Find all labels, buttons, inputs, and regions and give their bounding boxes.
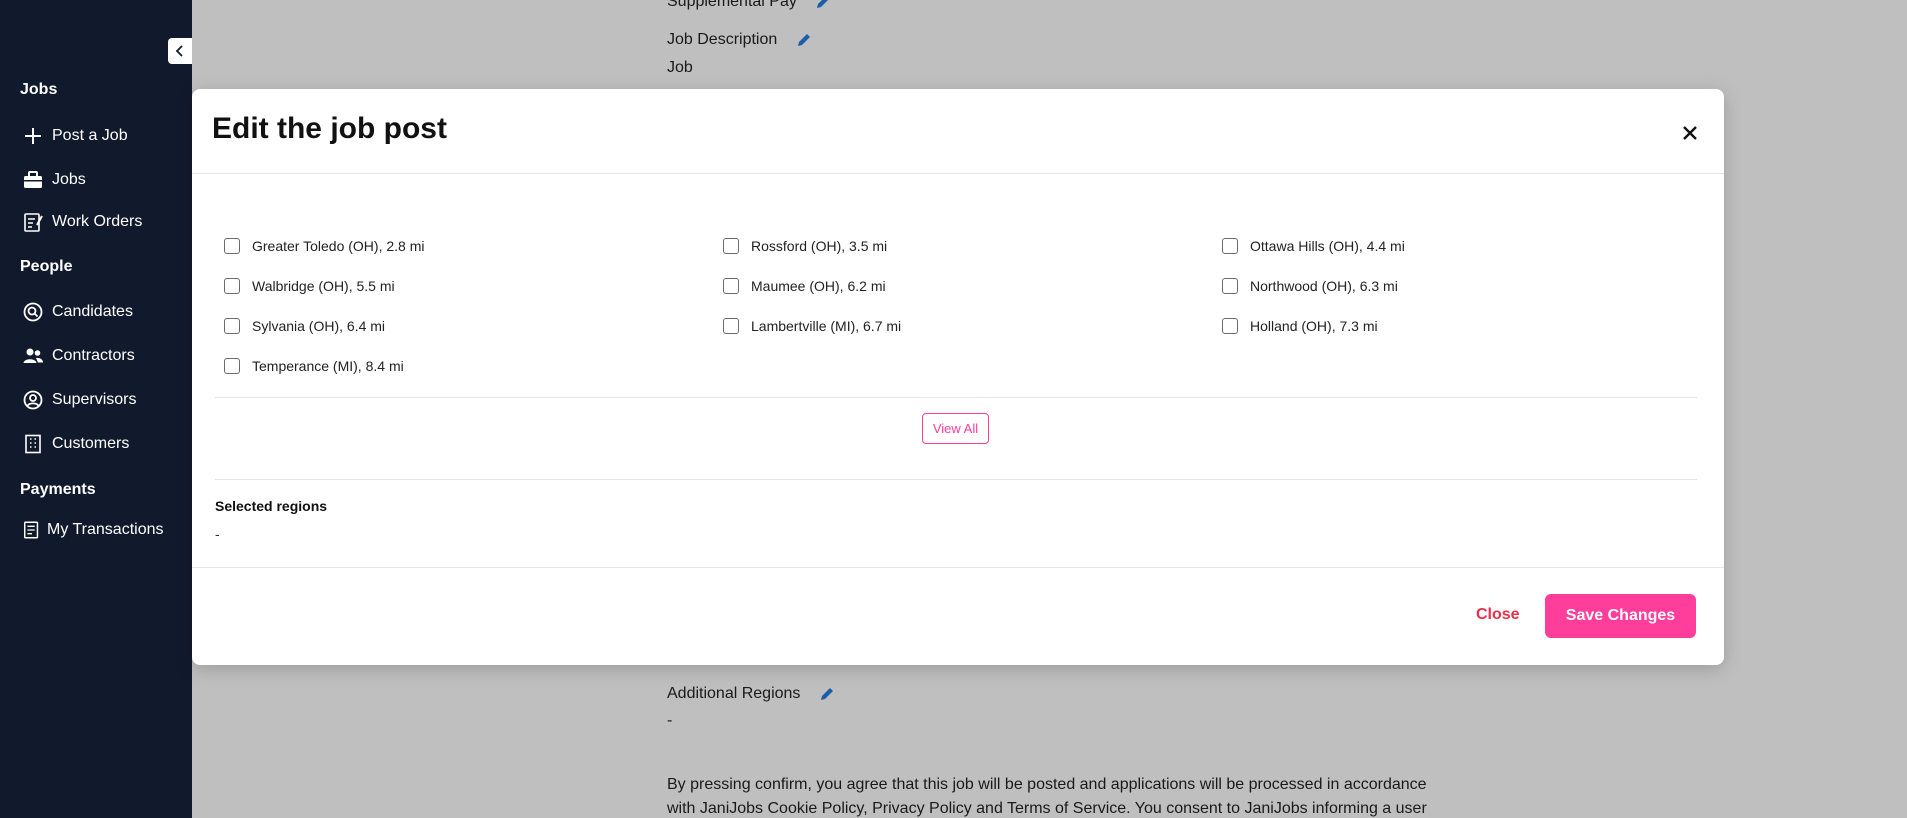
sidebar-item-work-orders[interactable]: Work Orders xyxy=(22,211,142,233)
sidebar-item-label: Post a Job xyxy=(52,127,128,144)
region-label: Northwood (OH), 6.3 mi xyxy=(1250,278,1398,294)
sidebar-item-label: Contractors xyxy=(52,347,135,364)
pencil-icon[interactable] xyxy=(815,0,831,10)
region-checkbox[interactable] xyxy=(723,278,739,294)
region-checkbox[interactable] xyxy=(224,278,240,294)
region-option[interactable]: Temperance (MI), 8.4 mi xyxy=(224,354,723,378)
sidebar-item-label: Candidates xyxy=(52,303,133,320)
region-option[interactable]: Walbridge (OH), 5.5 mi xyxy=(224,274,723,298)
sidebar-item-label: Work Orders xyxy=(52,213,143,230)
region-checkbox[interactable] xyxy=(1222,238,1238,254)
region-option[interactable]: Northwood (OH), 6.3 mi xyxy=(1222,274,1702,298)
sidebar-item-contractors[interactable]: Contractors xyxy=(22,345,135,367)
region-label: Lambertville (MI), 6.7 mi xyxy=(751,318,902,334)
region-label: Rossford (OH), 3.5 mi xyxy=(751,238,888,254)
region-option[interactable]: Lambertville (MI), 6.7 mi xyxy=(723,314,1222,338)
nav-section-payments: Payments xyxy=(20,481,96,498)
sidebar-item-label: Customers xyxy=(52,435,130,452)
close-icon[interactable] xyxy=(1680,123,1700,143)
region-checkbox[interactable] xyxy=(224,318,240,334)
close-button[interactable]: Close xyxy=(1476,606,1520,624)
region-label: Maumee (OH), 6.2 mi xyxy=(751,278,886,294)
collapse-sidebar-button[interactable] xyxy=(168,38,192,64)
people-icon xyxy=(23,348,43,363)
consent-text-line-1: By pressing confirm, you agree that this… xyxy=(667,776,1427,793)
supplemental-pay-label: Supplemental Pay xyxy=(667,0,831,11)
view-all-button[interactable]: View All xyxy=(922,413,989,444)
sidebar-item-supervisors[interactable]: Supervisors xyxy=(22,389,136,411)
search-person-icon xyxy=(23,302,43,322)
region-label: Walbridge (OH), 5.5 mi xyxy=(252,278,395,294)
region-option[interactable]: Maumee (OH), 6.2 mi xyxy=(723,274,1222,298)
sidebar: Jobs Post a Job Jobs Work Orders People … xyxy=(0,0,192,818)
save-changes-button[interactable]: Save Changes xyxy=(1545,594,1696,638)
edit-job-post-modal: Edit the job post Greater Toledo (OH), 2… xyxy=(192,89,1724,665)
region-label: Sylvania (OH), 6.4 mi xyxy=(252,318,386,334)
job-description-value: Job xyxy=(667,59,693,76)
modal-header: Edit the job post xyxy=(192,89,1724,174)
region-label: Holland (OH), 7.3 mi xyxy=(1250,318,1378,334)
divider xyxy=(215,397,1697,398)
pencil-icon[interactable] xyxy=(796,32,812,48)
region-checkbox[interactable] xyxy=(723,318,739,334)
additional-regions-value: - xyxy=(667,712,673,729)
sidebar-item-post-a-job[interactable]: Post a Job xyxy=(22,125,128,147)
briefcase-icon xyxy=(24,171,42,188)
sidebar-item-candidates[interactable]: Candidates xyxy=(22,301,133,323)
modal-title: Edit the job post xyxy=(212,112,447,145)
region-checkbox[interactable] xyxy=(1222,318,1238,334)
region-option[interactable]: Ottawa Hills (OH), 4.4 mi xyxy=(1222,234,1702,258)
plus-icon xyxy=(25,128,41,144)
sidebar-item-label: Jobs xyxy=(52,171,86,188)
sidebar-item-my-transactions[interactable]: My Transactions xyxy=(22,520,163,540)
work-order-icon xyxy=(24,213,43,232)
receipt-icon xyxy=(24,521,39,539)
nav-section-jobs: Jobs xyxy=(20,81,58,98)
selected-regions-label: Selected regions xyxy=(215,498,328,514)
region-option[interactable]: Rossford (OH), 3.5 mi xyxy=(723,234,1222,258)
job-description-label: Job Description xyxy=(667,31,812,49)
selected-regions-value: - xyxy=(215,526,220,542)
region-label: Temperance (MI), 8.4 mi xyxy=(252,358,404,374)
sidebar-item-label: Supervisors xyxy=(52,391,137,408)
pencil-icon[interactable] xyxy=(819,686,835,702)
consent-text-line-2: with JaniJobs Cookie Policy, Privacy Pol… xyxy=(667,800,1427,817)
additional-regions-label: Additional Regions xyxy=(667,685,835,703)
sidebar-item-label: My Transactions xyxy=(47,521,164,538)
region-checkbox[interactable] xyxy=(723,238,739,254)
region-label: Ottawa Hills (OH), 4.4 mi xyxy=(1250,238,1405,254)
region-option[interactable]: Holland (OH), 7.3 mi xyxy=(1222,314,1702,338)
region-checkbox[interactable] xyxy=(224,358,240,374)
sidebar-item-jobs[interactable]: Jobs xyxy=(22,169,86,191)
nav-section-people: People xyxy=(20,258,73,275)
building-icon xyxy=(25,434,41,454)
region-checkbox[interactable] xyxy=(1222,278,1238,294)
sidebar-item-customers[interactable]: Customers xyxy=(22,433,129,455)
regions-grid: Greater Toledo (OH), 2.8 mi Rossford (OH… xyxy=(224,234,1704,378)
region-checkbox[interactable] xyxy=(224,238,240,254)
divider xyxy=(215,479,1697,480)
region-option[interactable]: Sylvania (OH), 6.4 mi xyxy=(224,314,723,338)
footer-divider xyxy=(192,567,1724,568)
user-circle-icon xyxy=(23,390,43,410)
region-label: Greater Toledo (OH), 2.8 mi xyxy=(252,238,425,254)
region-option[interactable]: Greater Toledo (OH), 2.8 mi xyxy=(224,234,723,258)
chevron-left-icon xyxy=(175,45,183,57)
